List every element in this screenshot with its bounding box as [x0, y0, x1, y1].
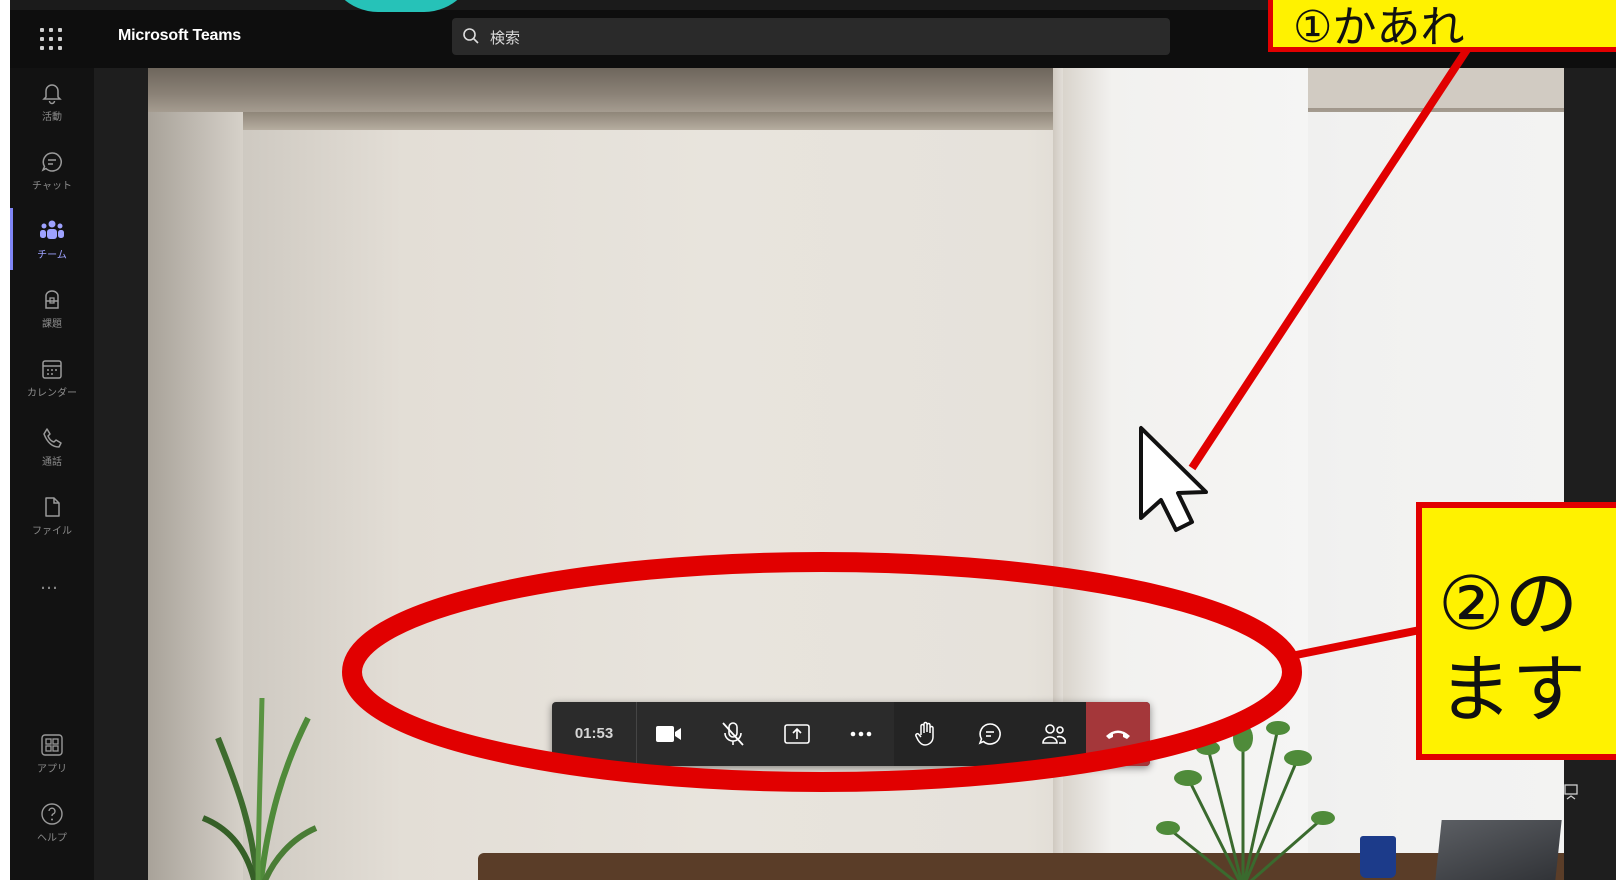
annotation-overlay [342, 45, 1472, 792]
annotation-pointer-line [1295, 626, 1421, 659]
highlight-ellipse [342, 552, 1302, 792]
screenshot-frame: Microsoft Teams 活動 [0, 0, 1616, 880]
callout-text-2-line-2: ます [1438, 647, 1586, 733]
mouse-cursor-icon [1139, 426, 1208, 532]
callout-text-1: ①かあれ [1293, 2, 1465, 52]
callout-box-1: ①かあれ [1268, 0, 1616, 52]
annotation-arrow-line [1188, 45, 1472, 471]
callout-box-2: ②の ます [1416, 502, 1616, 760]
